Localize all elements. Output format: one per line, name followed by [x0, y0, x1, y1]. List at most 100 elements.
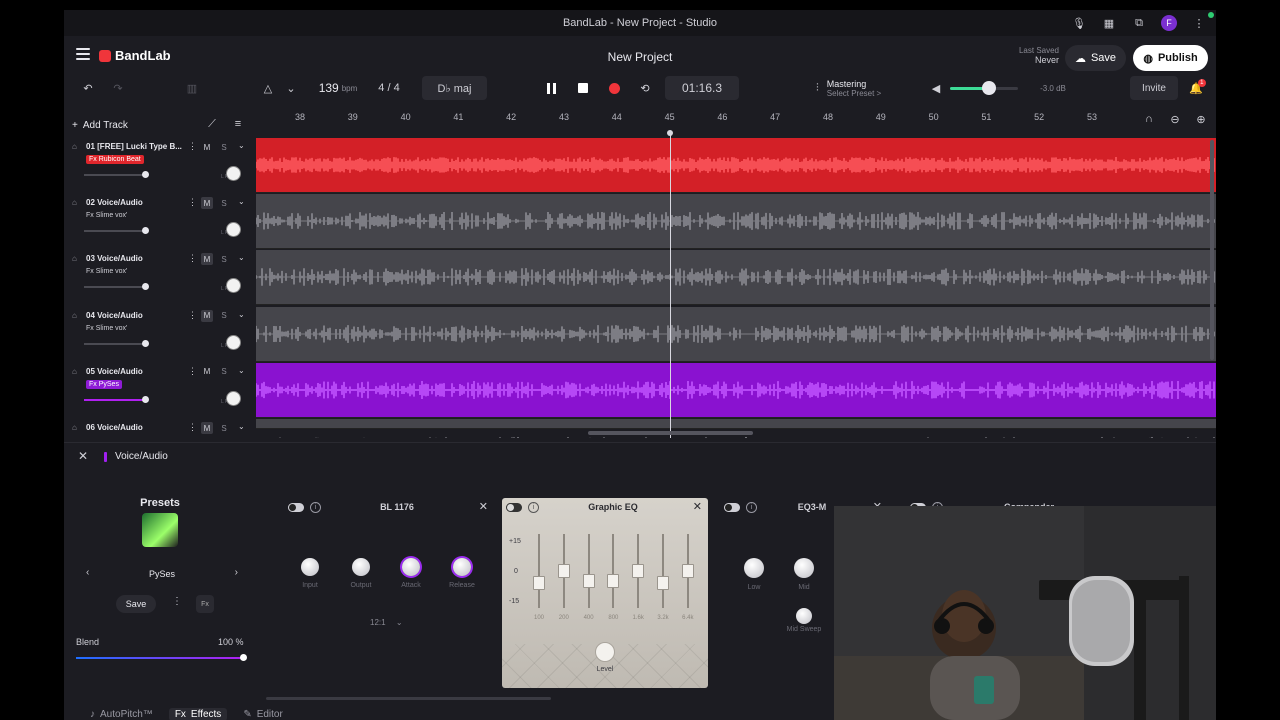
time-signature[interactable]: 4 / 4	[372, 76, 406, 100]
timeline-horizontal-scrollbar[interactable]	[588, 431, 753, 435]
track-lane[interactable]	[256, 306, 1216, 362]
plugin-toggle[interactable]	[506, 503, 522, 512]
chevron-down-icon[interactable]: ⌄	[238, 253, 245, 262]
track-lane[interactable]	[256, 138, 1216, 193]
mute-button[interactable]: M	[201, 253, 213, 266]
attack-knob[interactable]	[402, 558, 420, 576]
low-knob[interactable]	[744, 558, 764, 578]
close-icon[interactable]: ✕	[479, 500, 488, 513]
track-lane[interactable]	[256, 419, 1216, 438]
save-button[interactable]: ☁ Save	[1065, 45, 1126, 71]
microphone-icon[interactable]: ⌂	[72, 423, 77, 432]
track-header[interactable]: ⌂ 03 Voice/Audio ⋮ M S ⌄ Fx Slime vox' L R	[64, 250, 256, 306]
solo-button[interactable]: S	[218, 253, 230, 265]
blend-slider[interactable]	[76, 657, 244, 659]
track-header[interactable]: ⌂06 Voice/Audio⋮MS⌄L R	[64, 419, 256, 438]
speaker-icon[interactable]: ◀	[926, 76, 946, 100]
track-lane[interactable]	[256, 194, 1216, 250]
blend-slider-knob[interactable]	[240, 654, 247, 661]
track-settings-icon[interactable]: ≡	[230, 115, 246, 133]
piano-icon[interactable]: ▦	[1100, 14, 1118, 32]
close-icon[interactable]: ✕	[693, 500, 702, 513]
track-lane[interactable]	[256, 362, 1216, 418]
publish-button[interactable]: ◍ Publish	[1133, 45, 1208, 71]
mute-button[interactable]: M	[201, 141, 213, 153]
chevron-down-icon[interactable]: ⌄	[238, 197, 245, 206]
chevron-down-icon[interactable]: ⌄	[238, 310, 245, 319]
stop-button[interactable]	[573, 76, 593, 100]
close-effects-icon[interactable]: ✕	[78, 449, 88, 463]
info-icon[interactable]: i	[746, 502, 757, 513]
track-header[interactable]: ⌂ 01 [FREE] Lucki Type B... ⋮ M S ⌄ Fx Rubicon…	[64, 138, 256, 194]
track-more-icon[interactable]: ⋮	[188, 310, 197, 321]
add-track-button[interactable]: + Add Track	[72, 116, 128, 134]
track-lanes[interactable]	[256, 138, 1216, 438]
track-more-icon[interactable]: ⋮	[188, 141, 197, 152]
track-pan-knob[interactable]	[226, 278, 241, 294]
preset-name[interactable]: PySes	[84, 569, 240, 579]
preset-more-icon[interactable]: ⋮	[172, 596, 182, 607]
eq-band-fader[interactable]	[533, 576, 545, 590]
track-volume-knob[interactable]	[142, 283, 149, 291]
microphone-icon[interactable]: ⌂	[72, 254, 77, 263]
master-volume-knob[interactable]	[982, 81, 996, 95]
track-volume-fader[interactable]	[84, 342, 148, 345]
more-icon[interactable]: ⋮	[1190, 14, 1208, 32]
track-volume-fader[interactable]	[84, 286, 148, 289]
mid-sweep-knob[interactable]	[796, 608, 812, 624]
tempo-field[interactable]: 139 bpm	[310, 76, 366, 100]
tab-editor[interactable]: ✎ Editor	[237, 708, 289, 720]
mid-knob[interactable]	[794, 558, 814, 578]
eq-band-fader[interactable]	[681, 564, 694, 578]
info-icon[interactable]: i	[310, 502, 321, 513]
eq-band-fader[interactable]	[582, 574, 595, 588]
loop-button[interactable]: ⟲	[635, 76, 655, 100]
info-icon[interactable]: i	[528, 502, 539, 513]
track-header[interactable]: ⌂ 02 Voice/Audio ⋮ M S ⌄ Fx Slime vox' L R	[64, 194, 256, 250]
solo-button[interactable]: S	[218, 141, 230, 153]
zoom-out-icon[interactable]: ⊖	[1168, 110, 1182, 128]
track-pan-knob[interactable]	[226, 390, 241, 406]
invite-button[interactable]: Invite	[1130, 76, 1178, 100]
solo-button[interactable]: S	[218, 422, 230, 434]
key-selector[interactable]: D♭ maj	[422, 76, 487, 100]
level-knob[interactable]	[595, 642, 615, 662]
track-volume-knob[interactable]	[142, 339, 149, 347]
track-fx-tag[interactable]: Fx Slime vox'	[86, 212, 127, 219]
track-fx-tag[interactable]: Fx Slime vox'	[86, 268, 127, 275]
microphone-icon[interactable]: 🎙	[1070, 14, 1088, 32]
track-pan-knob[interactable]	[226, 222, 241, 238]
solo-button[interactable]: S	[218, 366, 230, 378]
tab-effects[interactable]: Fx Effects	[168, 708, 228, 720]
track-header[interactable]: ⌂ 04 Voice/Audio ⋮ M S ⌄ Fx Slime vox' L R	[64, 307, 256, 363]
solo-button[interactable]: S	[218, 310, 230, 322]
input-knob[interactable]	[301, 558, 319, 576]
piano-roll-icon[interactable]: ▥	[182, 76, 202, 100]
mastering-selector[interactable]: ⫶ Mastering Select Preset >	[816, 76, 926, 100]
track-fx-tag[interactable]: Fx Rubicon Beat	[86, 155, 144, 164]
undo-icon[interactable]: ↶	[78, 76, 98, 100]
release-knob[interactable]	[453, 558, 471, 576]
zoom-in-icon[interactable]: ⊕	[1194, 110, 1208, 128]
record-button[interactable]	[604, 76, 624, 100]
chevron-down-icon[interactable]: ⌄	[238, 141, 245, 150]
solo-button[interactable]: S	[218, 197, 230, 209]
track-header[interactable]: ⌂ 05 Voice/Audio ⋮ M S ⌄ Fx PySes L R	[64, 363, 256, 419]
notification-button[interactable]: 🔔 1	[1186, 76, 1206, 100]
plugins-horizontal-scrollbar[interactable]	[266, 697, 551, 700]
track-volume-fader[interactable]	[84, 398, 148, 401]
timeline-vertical-scrollbar[interactable]	[1210, 140, 1214, 360]
track-volume-knob[interactable]	[142, 227, 149, 235]
preset-fx-icon[interactable]: Fx	[196, 595, 214, 613]
eq-band-fader[interactable]	[632, 564, 645, 578]
eq-band-fader[interactable]	[607, 574, 620, 588]
mute-button[interactable]: M	[201, 422, 213, 434]
microphone-icon[interactable]: ⌂	[72, 367, 77, 376]
track-volume-fader[interactable]	[84, 174, 148, 176]
plugin-toggle[interactable]	[724, 503, 740, 512]
metronome-chevron-icon[interactable]: ⌄	[282, 76, 300, 100]
track-volume-knob[interactable]	[142, 171, 149, 178]
track-volume-knob[interactable]	[142, 395, 149, 403]
mute-button[interactable]: M	[201, 309, 213, 322]
tab-autopitch[interactable]: ♪ AutoPitch™	[84, 708, 159, 720]
